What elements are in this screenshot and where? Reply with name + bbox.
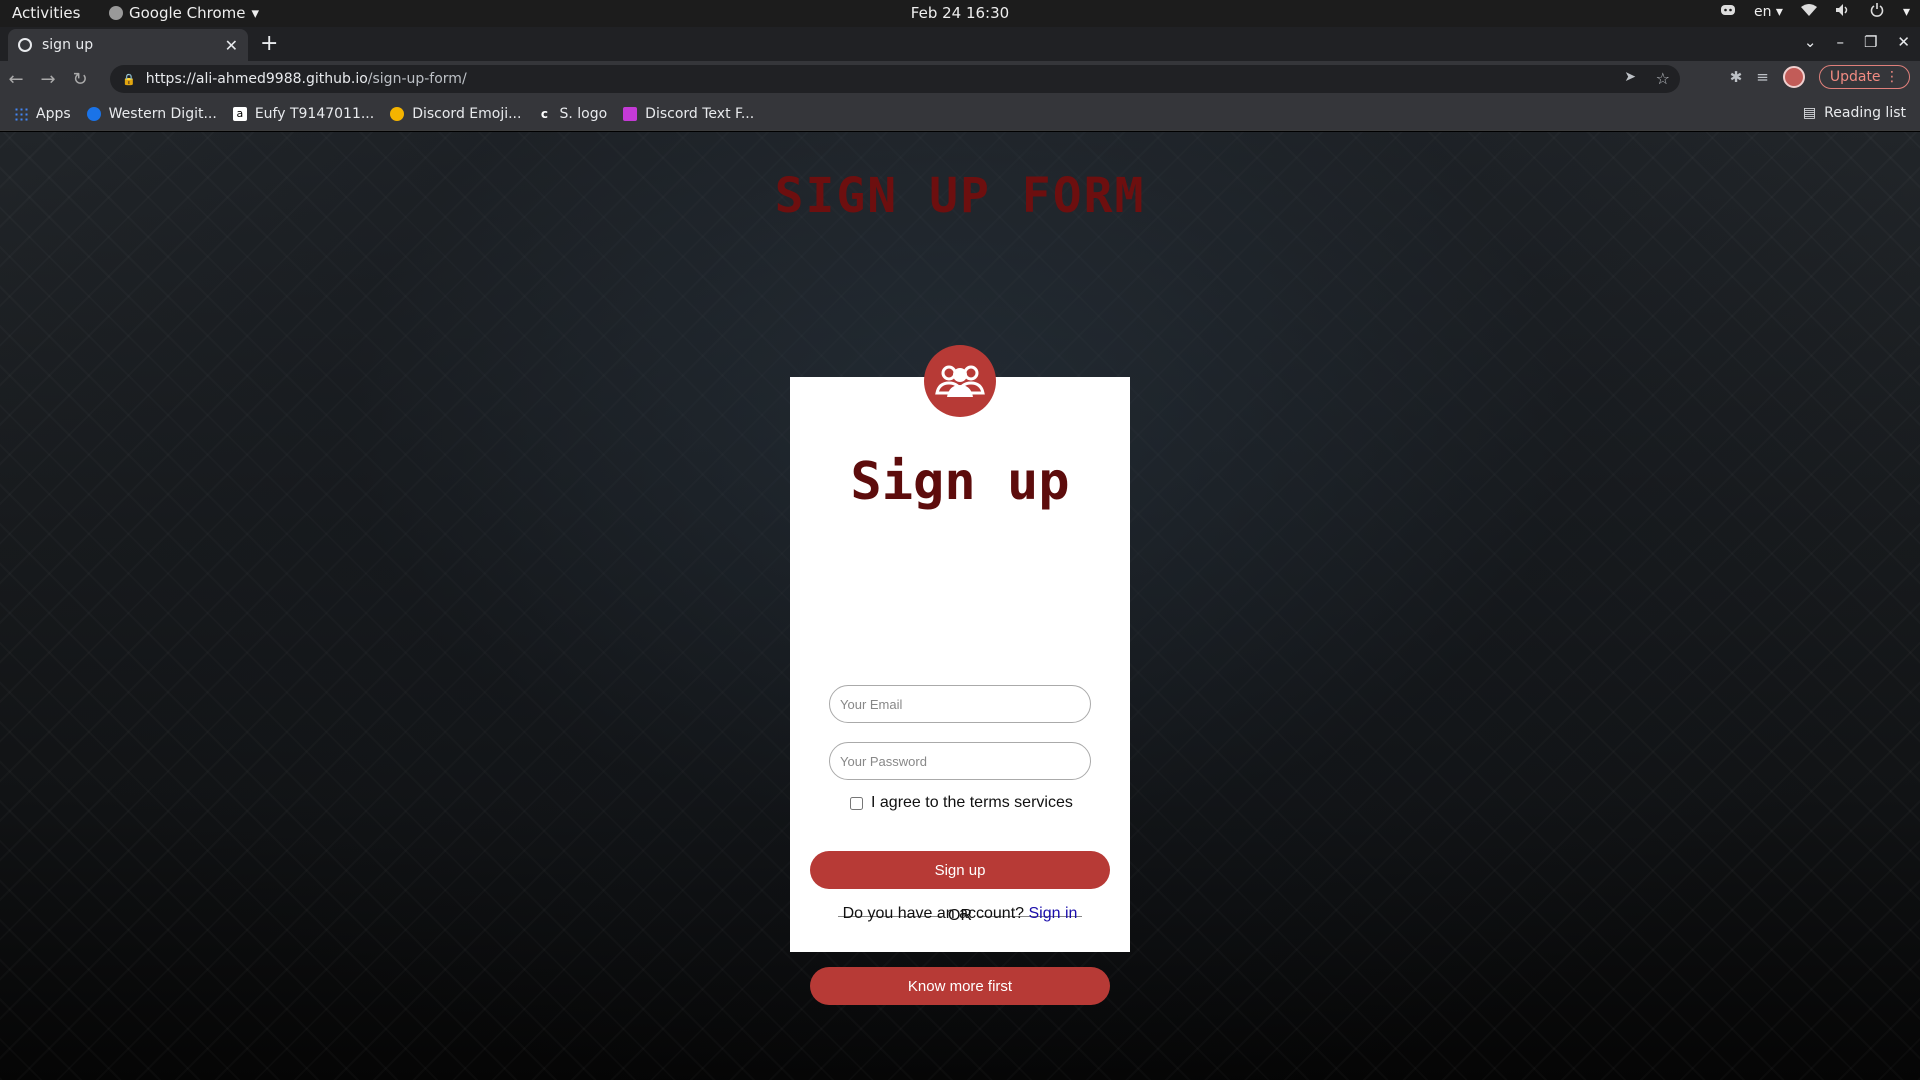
window-controls: ⌄ – ❐ ✕ <box>1804 33 1910 51</box>
bookmark-discord-text[interactable]: Discord Text F... <box>623 106 754 122</box>
system-tray[interactable]: en ▾ ▾ <box>1720 3 1910 21</box>
signin-prompt: Do you have an account? Sign in <box>790 905 1130 923</box>
system-top-bar: Activities Google Chrome ▾ Feb 24 16:30 … <box>0 0 1920 27</box>
tab-search-icon[interactable]: ⌄ <box>1804 33 1817 51</box>
amazon-icon: a <box>232 106 247 121</box>
update-button[interactable]: Update ⋮ <box>1818 65 1910 89</box>
send-tab-icon[interactable]: ➤ <box>1624 69 1636 85</box>
volume-icon[interactable] <box>1835 3 1851 21</box>
c-logo-icon: c <box>540 106 549 121</box>
app-menu[interactable]: Google Chrome ▾ <box>109 4 259 22</box>
emoji-icon <box>390 106 405 121</box>
users-group-icon <box>924 345 996 417</box>
bookmark-label: Discord Text F... <box>645 105 755 122</box>
reading-list-label: Reading list <box>1824 105 1906 121</box>
bookmark-star-icon[interactable]: ☆ <box>1656 69 1670 88</box>
signin-link[interactable]: Sign in <box>1029 905 1078 922</box>
discord-tray-icon[interactable] <box>1720 3 1736 21</box>
profile-avatar[interactable] <box>1782 66 1805 88</box>
globe-icon <box>18 38 32 52</box>
lock-icon[interactable]: 🔒 <box>122 73 136 86</box>
know-more-button[interactable]: Know more first <box>810 967 1110 1005</box>
card-title: Sign up <box>850 452 1070 512</box>
bookmark-label: Apps <box>36 105 71 122</box>
tab-strip: sign up ✕ + ⌄ – ❐ ✕ <box>0 27 1920 61</box>
extensions-icon[interactable]: ✱ <box>1730 68 1743 86</box>
signup-button[interactable]: Sign up <box>810 851 1110 889</box>
clock[interactable]: Feb 24 16:30 <box>0 4 1920 22</box>
discord-text-icon <box>623 106 638 121</box>
chevron-down-icon[interactable]: ▾ <box>1903 4 1910 20</box>
bookmark-eufy[interactable]: a Eufy T9147011... <box>232 105 375 122</box>
new-tab-icon[interactable]: + <box>260 31 278 56</box>
account-text: Do you have an account? <box>842 905 1025 922</box>
bookmark-western-digital[interactable]: Western Digit... <box>86 105 217 122</box>
bookmarks-bar: Apps Western Digit... a Eufy T9147011...… <box>0 97 1920 131</box>
bookmark-s-logo[interactable]: c S. logo <box>537 106 607 122</box>
minimize-icon[interactable]: – <box>1836 33 1844 51</box>
bookmark-label: S. logo <box>559 105 608 122</box>
bookmark-label: Western Digit... <box>108 105 217 122</box>
back-icon[interactable]: ← <box>0 69 32 90</box>
terms-checkbox[interactable] <box>850 796 863 810</box>
page-title: SIGN UP FORM <box>774 168 1146 224</box>
language-label: en <box>1753 4 1772 20</box>
signup-card: Sign up I agree to the terms services Si… <box>790 345 1130 1005</box>
language-indicator[interactable]: en ▾ <box>1754 4 1783 20</box>
email-field[interactable] <box>829 685 1091 723</box>
wifi-icon[interactable] <box>1800 3 1817 21</box>
forward-icon[interactable]: → <box>32 69 64 90</box>
bookmark-label: Eufy T9147011... <box>254 105 375 122</box>
power-icon[interactable] <box>1869 3 1885 21</box>
close-window-icon[interactable]: ✕ <box>1897 33 1910 51</box>
terms-agreement[interactable]: I agree to the terms services <box>850 794 1073 812</box>
toolbar-actions: ✱ ≡ Update ⋮ <box>1730 65 1910 89</box>
bookmark-apps[interactable]: Apps <box>14 106 71 122</box>
app-menu-label: Google Chrome <box>129 4 246 22</box>
bookmark-label: Discord Emoji... <box>412 105 522 122</box>
page-content: SIGN UP FORM Sign up I agree to the term… <box>0 132 1920 1080</box>
address-bar[interactable]: 🔒 https://ali-ahmed9988.github.io/sign-u… <box>110 65 1680 93</box>
bookmark-discord-emoji[interactable]: Discord Emoji... <box>390 106 521 122</box>
reading-list-button[interactable]: ▤ Reading list <box>1803 105 1906 121</box>
reload-icon[interactable]: ↻ <box>64 69 96 90</box>
close-tab-icon[interactable]: ✕ <box>225 36 238 55</box>
western-digital-icon <box>86 106 101 121</box>
tab-title: sign up <box>42 37 94 53</box>
activities-button[interactable]: Activities <box>12 4 80 22</box>
chevron-down-icon: ▾ <box>251 4 260 22</box>
chrome-icon <box>109 6 123 20</box>
restore-icon[interactable]: ❐ <box>1864 33 1877 51</box>
reading-list-icon: ▤ <box>1802 105 1817 121</box>
update-label: Update <box>1829 69 1881 85</box>
tab-sign-up[interactable]: sign up ✕ <box>8 29 248 61</box>
terms-label: I agree to the terms services <box>871 794 1073 811</box>
media-queue-icon[interactable]: ≡ <box>1756 68 1769 86</box>
apps-grid-icon <box>14 106 28 121</box>
url-path: /sign-up-form/ <box>367 71 467 87</box>
url-host: https://ali-ahmed9988.github.io <box>145 71 368 87</box>
password-field[interactable] <box>829 742 1091 780</box>
browser-toolbar: ← → ↻ 🔒 https://ali-ahmed9988.github.io /… <box>0 61 1920 97</box>
